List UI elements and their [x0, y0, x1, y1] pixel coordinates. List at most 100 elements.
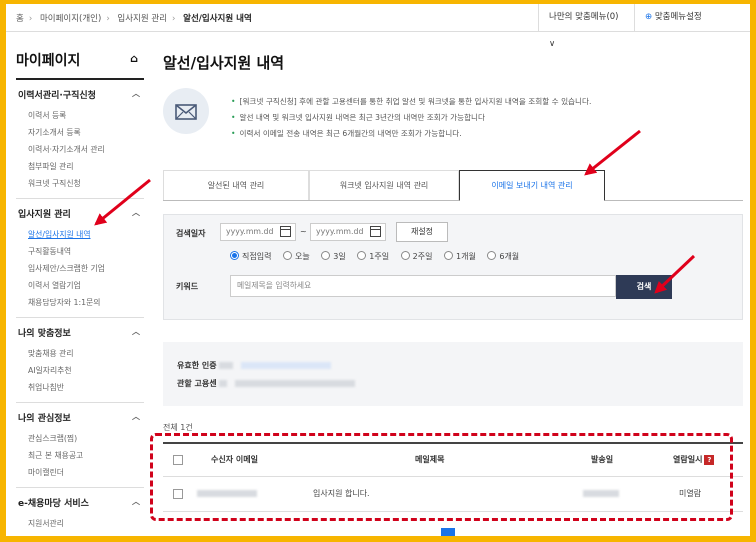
sidebar-item-job-request[interactable]: 워크넷 구직신청	[18, 175, 144, 192]
radio-icon	[357, 251, 367, 260]
sidebar-item-custom-jobs[interactable]: 맞춤채용 관리	[18, 345, 144, 362]
sidebar-item-offer-scrap[interactable]: 입사제안/스크랩한 기업	[18, 260, 144, 277]
radio-label: 2주일	[412, 252, 433, 261]
sidebar-item-resume-viewers[interactable]: 이력서 열람기업	[18, 277, 144, 294]
chevron-up-icon: ︿	[132, 497, 140, 506]
result-count: 전체 1건	[163, 423, 193, 432]
sidebar-item-recent-jobs[interactable]: 최근 본 채용공고	[18, 447, 144, 464]
section-title: 나의 맞춤정보	[18, 329, 71, 339]
sidebar-item-apply-history[interactable]: 알선/입사지원 내역	[18, 226, 144, 243]
main-content: 알선/입사지원 내역 • [워크넷 구직신청] 후에 관할 고용센터를 통한 취업…	[163, 52, 743, 512]
my-menu-setting-label: 맞춤메뉴설정	[654, 12, 702, 22]
my-menu-dropdown[interactable]: 나만의 맞춤메뉴(0) ∨	[538, 4, 634, 49]
sidebar-section-header[interactable]: e-채용마당 서비스 ︿	[18, 496, 144, 509]
sidebar-item-resume-register[interactable]: 이력서 등록	[18, 107, 144, 124]
sidebar-item-attachment[interactable]: 첨부파일 관리	[18, 158, 144, 175]
radio-label: 오늘	[295, 252, 310, 261]
sidebar-item-application-manage[interactable]: 지원서관리	[18, 515, 144, 532]
calendar-icon[interactable]	[280, 226, 291, 237]
sidebar-item-calendar[interactable]: 마이캘린더	[18, 464, 144, 481]
col-email: 수신자 이메일	[211, 455, 258, 464]
select-all-checkbox[interactable]	[173, 455, 183, 465]
chevron-up-icon: ︿	[132, 412, 140, 421]
chevron-down-icon: ∨	[549, 39, 556, 49]
end-date-input[interactable]: yyyy.mm.dd	[310, 223, 386, 241]
sidebar-item-ai-recommend[interactable]: AI일자리추천	[18, 362, 144, 379]
breadcrumb: 홈 › 마이페이지(개인) › 입사지원 관리 › 알선/입사지원 내역	[16, 14, 252, 24]
redacted-text	[197, 490, 257, 497]
info-note: • 알선 내역 및 워크넷 입사지원 내역은 최근 3년간의 내역만 조회가 가능…	[231, 113, 486, 122]
table-header: 수신자 이메일 메일제목 발송일 열람일시?	[163, 444, 743, 477]
sidebar-section-echannel: e-채용마당 서비스 ︿ 지원서관리	[16, 488, 144, 536]
tab-email-sent[interactable]: 이메일 보내기 내역 관리	[459, 170, 605, 201]
breadcrumb-mypage[interactable]: 마이페이지(개인)	[40, 14, 101, 24]
sidebar-title: 마이페이지 ⌂	[16, 50, 144, 80]
start-date-placeholder: yyyy.mm.dd	[226, 227, 274, 236]
period-radio-today[interactable]: 오늘	[283, 251, 310, 262]
period-radio-direct[interactable]: 직접입력	[230, 251, 271, 262]
row-checkbox[interactable]	[173, 489, 183, 499]
period-radio-1week[interactable]: 1주일	[357, 251, 389, 262]
breadcrumb-home[interactable]: 홈	[16, 14, 24, 24]
col-subject: 메일제목	[415, 455, 445, 464]
radio-label: 3일	[333, 252, 346, 261]
sidebar-item-activity[interactable]: 구직활동내역	[18, 243, 144, 260]
tab-referral[interactable]: 알선된 내역 관리	[163, 170, 309, 200]
sidebar-section-header[interactable]: 나의 관심정보 ︿	[18, 411, 144, 424]
search-button[interactable]: 검색	[616, 275, 672, 299]
sidebar-section-resume: 이력서관리·구직신청 ︿ 이력서 등록 자기소개서 등록 이력서·자기소개서 관리…	[16, 80, 144, 199]
row-subject[interactable]: 입사지원 합니다.	[313, 477, 370, 511]
info-note-text: 알선 내역 및 워크넷 입사지원 내역은 최근 3년간의 내역만 조회가 가능합…	[239, 113, 486, 122]
col-sent-date: 발송일	[591, 455, 614, 464]
sidebar-section-apply: 입사지원 관리 ︿ 알선/입사지원 내역 구직활동내역 입사제안/스크랩한 기업 …	[16, 199, 144, 318]
section-title: 이력서관리·구직신청	[18, 91, 96, 101]
redacted-text	[240, 362, 331, 369]
sidebar-item-recruiter-qna[interactable]: 채용담당자와 1:1문의	[18, 294, 144, 311]
period-radio-1month[interactable]: 1개월	[444, 251, 476, 262]
sidebar-item-coverletter-register[interactable]: 자기소개서 등록	[18, 124, 144, 141]
info-box: • [워크넷 구직신청] 후에 관할 고용센터를 통한 취업 알선 및 워크넷을 …	[163, 80, 743, 150]
end-date-placeholder: yyyy.mm.dd	[316, 227, 364, 236]
info-note-text: [워크넷 구직신청] 후에 관할 고용센터를 통한 취업 알선 및 워크넷을 통…	[239, 97, 592, 106]
help-icon[interactable]: ?	[704, 454, 715, 465]
tab-worknet-apply[interactable]: 워크넷 입사지원 내역 관리	[309, 170, 459, 200]
period-radio-group: 직접입력 오늘 3일 1주일 2주일 1개월 6개월	[230, 251, 528, 262]
my-menu-setting-button[interactable]: ⊕ 맞춤메뉴설정	[634, 4, 750, 31]
chevron-up-icon: ︿	[132, 327, 140, 336]
calendar-icon[interactable]	[370, 226, 381, 237]
start-date-input[interactable]: yyyy.mm.dd	[220, 223, 296, 241]
row-sent-date	[583, 477, 619, 511]
table-row[interactable]: 입사지원 합니다. 미열람	[163, 477, 743, 512]
gear-icon: ⊕	[645, 12, 653, 22]
pagination-current[interactable]	[441, 528, 455, 536]
redacted-text	[234, 380, 355, 387]
keyword-input[interactable]: 메일제목을 입력하세요	[230, 275, 616, 297]
sidebar-section-header[interactable]: 입사지원 관리 ︿	[18, 207, 144, 220]
info-note: • 이력서 이메일 전송 내역은 최근 6개월간의 내역만 조회가 가능합니다.	[231, 129, 462, 138]
redacted-text	[583, 490, 619, 497]
sidebar-item-compass[interactable]: 취업나침반	[18, 379, 144, 396]
sidebar-section-custom: 나의 맞춤정보 ︿ 맞춤채용 관리 AI일자리추천 취업나침반	[16, 318, 144, 403]
sidebar-section-header[interactable]: 나의 맞춤정보 ︿	[18, 326, 144, 339]
radio-icon	[487, 251, 497, 260]
radio-icon	[400, 251, 410, 260]
page: 홈 › 마이페이지(개인) › 입사지원 관리 › 알선/입사지원 내역 나만의 맞춤…	[6, 4, 750, 536]
info-notes: • [워크넷 구직신청] 후에 관할 고용센터를 통한 취업 알선 및 워크넷을 …	[231, 94, 591, 142]
results-table: 수신자 이메일 메일제목 발송일 열람일시? 입사지원 합니다. 미열람	[163, 442, 743, 512]
period-radio-3days[interactable]: 3일	[321, 251, 346, 262]
radio-checked-icon	[230, 251, 239, 260]
sidebar-section-header[interactable]: 이력서관리·구직신청 ︿	[18, 88, 144, 101]
period-radio-6months[interactable]: 6개월	[487, 251, 519, 262]
period-radio-2weeks[interactable]: 2주일	[400, 251, 433, 262]
section-title: 입사지원 관리	[18, 210, 71, 220]
sidebar-title-text: 마이페이지	[16, 53, 81, 69]
date-separator: ~	[300, 227, 307, 236]
reset-button[interactable]: 재설정	[396, 222, 448, 242]
breadcrumb-apply-manage[interactable]: 입사지원 관리	[117, 14, 167, 24]
sidebar-item-scrap[interactable]: 관심스크랩(찜)	[18, 430, 144, 447]
sidebar-section-interest: 나의 관심정보 ︿ 관심스크랩(찜) 최근 본 채용공고 마이캘린더	[16, 403, 144, 488]
radio-icon	[283, 251, 292, 260]
sidebar-item-resume-manage[interactable]: 이력서·자기소개서 관리	[18, 141, 144, 158]
search-panel: 검색일자 yyyy.mm.dd ~ yyyy.mm.dd 재설정 직접입력 오늘…	[163, 214, 743, 320]
home-icon[interactable]: ⌂	[130, 52, 138, 65]
